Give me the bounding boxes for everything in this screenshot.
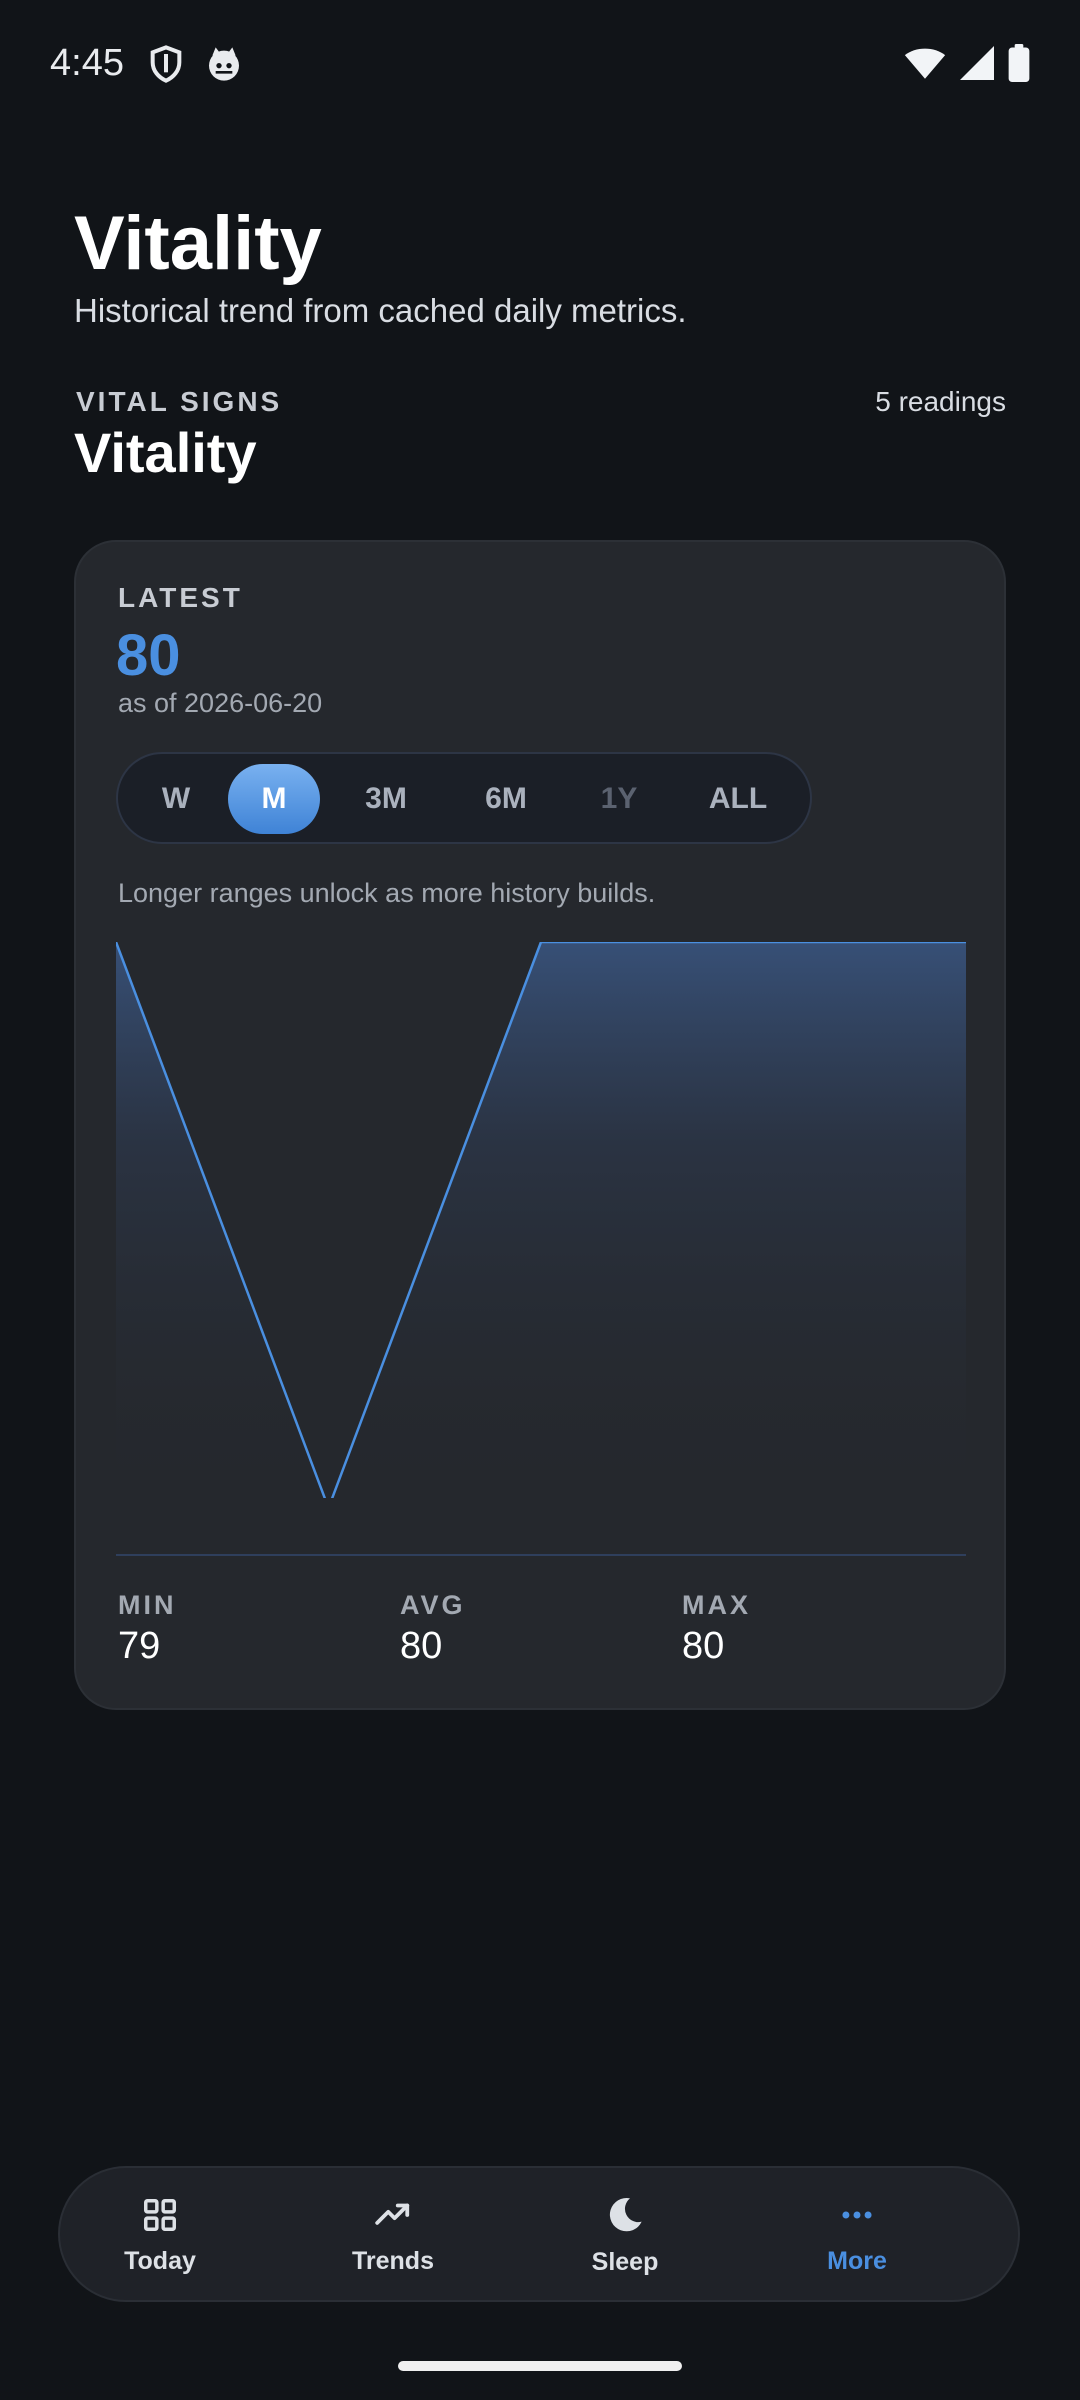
range-all-button[interactable]: ALL <box>684 764 792 834</box>
more-dots-icon <box>837 2196 877 2239</box>
latest-date: as of 2026-06-20 <box>118 688 323 718</box>
stat-min-value: 79 <box>118 1625 161 1667</box>
battery-icon <box>1008 44 1030 87</box>
signal-icon <box>960 46 994 85</box>
nav-today[interactable]: Today <box>70 2168 250 2304</box>
range-hint: Longer ranges unlock as more history bui… <box>118 878 656 908</box>
cat-icon <box>204 44 244 84</box>
range-3m-button[interactable]: 3M <box>338 764 434 834</box>
readings-count: 5 readings <box>875 386 1006 417</box>
stat-min: MIN 79 <box>118 1590 177 1668</box>
stat-max-value: 80 <box>682 1625 725 1667</box>
stat-max: MAX 80 <box>682 1590 751 1668</box>
nav-sleep[interactable]: Sleep <box>535 2168 715 2304</box>
latest-label: LATEST <box>118 582 243 613</box>
stat-min-label: MIN <box>118 1590 177 1620</box>
latest-value: 80 <box>116 623 181 688</box>
nav-more-label: More <box>827 2247 887 2275</box>
trend-icon <box>372 2196 414 2239</box>
range-6m-button[interactable]: 6M <box>458 764 554 834</box>
section-kicker: VITAL SIGNS <box>76 386 283 417</box>
moon-icon <box>605 2195 645 2240</box>
range-m-button[interactable]: M <box>228 764 320 834</box>
status-bar: 4:45 <box>0 0 1080 130</box>
nav-sleep-label: Sleep <box>591 2248 659 2276</box>
stat-max-label: MAX <box>682 1590 751 1620</box>
metric-card: LATEST 80 as of 2026-06-20 W M 3M 6M 1Y … <box>74 540 1006 1710</box>
range-w-button[interactable]: W <box>144 764 208 834</box>
chart-baseline <box>116 1554 966 1556</box>
section-title: Vitality <box>74 421 257 484</box>
nav-today-label: Today <box>124 2247 196 2275</box>
stat-avg-value: 80 <box>400 1625 443 1667</box>
trend-chart <box>116 942 966 1498</box>
nav-more[interactable]: More <box>767 2168 947 2304</box>
home-indicator[interactable] <box>398 2361 682 2371</box>
stat-avg-label: AVG <box>400 1590 466 1620</box>
bottom-nav: Today Trends Sleep More <box>58 2166 1020 2302</box>
stat-avg: AVG 80 <box>400 1590 466 1668</box>
grid-icon <box>141 2196 179 2239</box>
page-subtitle: Historical trend from cached daily metri… <box>74 292 687 329</box>
nav-trends[interactable]: Trends <box>303 2168 483 2304</box>
status-right-icons <box>904 44 1030 87</box>
page-title: Vitality <box>74 201 322 286</box>
status-time: 4:45 <box>50 42 124 84</box>
wifi-icon <box>904 45 946 86</box>
chart-area-fill <box>116 942 966 1498</box>
range-selector: W M 3M 6M 1Y ALL <box>116 752 812 844</box>
range-1y-button: 1Y <box>600 782 638 815</box>
shield-icon <box>146 44 186 84</box>
nav-trends-label: Trends <box>352 2247 434 2275</box>
